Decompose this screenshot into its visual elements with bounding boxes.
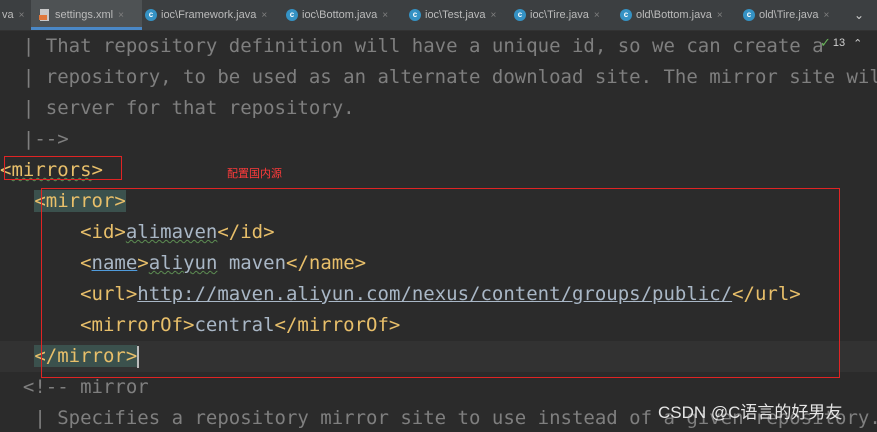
tab-ioc-test[interactable]: c ioc\Test.java × (409, 0, 496, 30)
java-class-icon: c (409, 9, 421, 21)
java-class-icon: c (514, 9, 526, 21)
code-line-mirrors-open: <mirrors> (0, 155, 877, 186)
close-icon[interactable]: × (824, 10, 830, 21)
tab-label: ioc\Tire.java (530, 9, 589, 21)
tab-label: ioc\Test.java (425, 9, 486, 21)
annotation-box-mirror (41, 188, 840, 378)
java-class-icon: c (620, 9, 632, 21)
xml-file-icon (39, 9, 51, 21)
close-icon[interactable]: × (382, 10, 388, 21)
tab-old-tire[interactable]: c old\Tire.java × (743, 0, 829, 30)
chevron-up-icon[interactable]: ⌃ (853, 37, 862, 50)
annotation-box-mirrors (4, 156, 122, 180)
tab-label: ioc\Framework.java (161, 9, 257, 21)
tab-list-chevron-icon[interactable]: ⌄ (849, 0, 869, 30)
tab-old-bottom[interactable]: c old\Bottom.java × (620, 0, 723, 30)
inspection-widget[interactable]: ✓ 13 ⌃ (820, 35, 862, 51)
tab-ioc-framework[interactable]: c ioc\Framework.java × (145, 0, 267, 30)
tab-label: va (2, 9, 14, 21)
inspection-count: 13 (832, 37, 846, 49)
code-line: | server for that repository. (0, 97, 355, 119)
code-line: |--> (0, 128, 69, 150)
editor-tab-bar: va × settings.xml × c ioc\Framework.java… (0, 0, 877, 31)
close-icon[interactable]: × (491, 10, 497, 21)
tab-label: ioc\Bottom.java (302, 9, 378, 21)
tab-ioc-bottom[interactable]: c ioc\Bottom.java × (286, 0, 388, 30)
tab-ioc-tire[interactable]: c ioc\Tire.java × (514, 0, 600, 30)
code-line: | That repository definition will have a… (0, 35, 824, 57)
tab-label: old\Tire.java (759, 9, 819, 21)
annotation-label: 配置国内源 (227, 168, 282, 180)
close-icon[interactable]: × (19, 10, 25, 21)
check-icon: ✓ (820, 35, 831, 50)
close-icon[interactable]: × (118, 10, 124, 21)
java-class-icon: c (145, 9, 157, 21)
tab-label: old\Bottom.java (636, 9, 712, 21)
tab-settings-xml[interactable]: settings.xml × (31, 0, 142, 30)
close-icon[interactable]: × (717, 10, 723, 21)
close-icon[interactable]: × (261, 10, 267, 21)
java-class-icon: c (743, 9, 755, 21)
tab-partial[interactable]: va × (0, 0, 32, 30)
code-line: | repository, to be used as an alternate… (0, 66, 877, 88)
tab-label: settings.xml (55, 9, 114, 21)
close-icon[interactable]: × (594, 10, 600, 21)
watermark: CSDN @C语言的好男友 (658, 403, 843, 422)
java-class-icon: c (286, 9, 298, 21)
